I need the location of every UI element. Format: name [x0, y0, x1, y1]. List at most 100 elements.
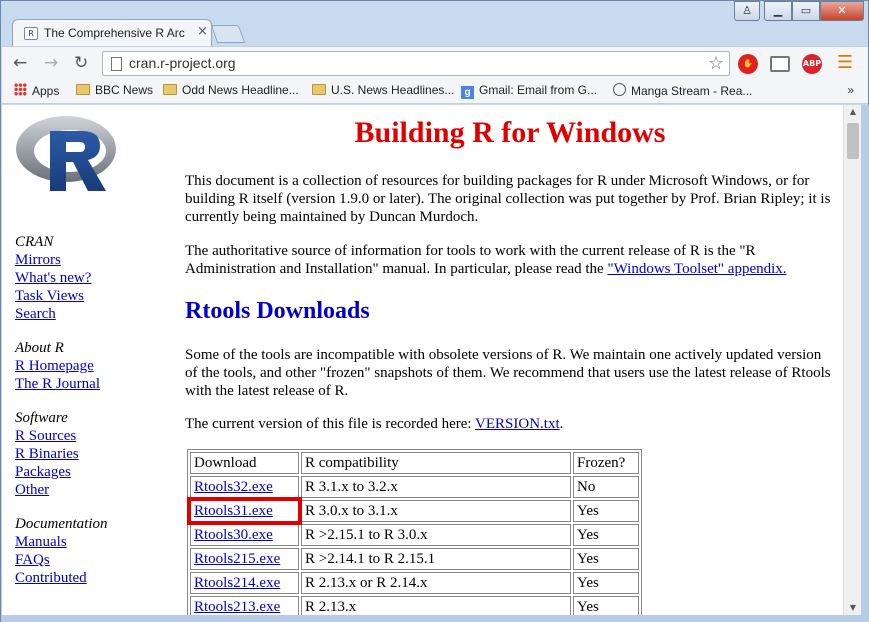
adblock-icon[interactable]: ABP [802, 54, 822, 74]
bookmark-label: Odd News Headline... [182, 83, 299, 97]
sidebar-link-manuals[interactable]: Manuals [15, 533, 165, 551]
bookmark-us-news[interactable]: U.S. News Headlines... [312, 83, 454, 97]
url-text[interactable]: cran.r-project.org [129, 55, 236, 71]
windows-toolset-link[interactable]: "Windows Toolset" appendix. [607, 261, 786, 277]
minimize-button[interactable]: ▁ [764, 1, 792, 21]
table-cell-frozen: Yes [573, 500, 639, 522]
apps-icon [14, 83, 27, 96]
r-logo [16, 116, 116, 191]
favicon-icon: R [24, 27, 38, 40]
sidebar-about: About R R Homepage The R Journal [15, 339, 165, 393]
bookmark-label: BBC News [95, 83, 154, 97]
rtools215-link[interactable]: Rtools215.exe [194, 551, 280, 567]
sidebar-link-r-sources[interactable]: R Sources [15, 427, 165, 445]
cast-icon[interactable] [770, 56, 790, 72]
sidebar-link-faqs[interactable]: FAQs [15, 551, 165, 569]
close-window-button[interactable]: ✕ [820, 1, 864, 21]
bookmark-manga-stream[interactable]: Manga Stream - Rea... [613, 83, 752, 98]
table-row: Rtools213.exe R 2.13.x Yes [190, 596, 639, 615]
sidebar-link-r-binaries[interactable]: R Binaries [15, 445, 165, 463]
window-border [861, 105, 869, 622]
sidebar-link-task-views[interactable]: Task Views [15, 287, 165, 305]
menu-icon[interactable]: ☰ [835, 54, 855, 74]
user-icon[interactable]: ♙ [734, 1, 760, 21]
rtools-heading: Rtools Downloads [185, 298, 370, 324]
version-suffix: . [559, 416, 564, 432]
table-row: Rtools31.exe R 3.0.x to 3.1.x Yes [187, 497, 639, 525]
table-cell-frozen: Yes [573, 596, 639, 615]
sidebar-link-mirrors[interactable]: Mirrors [15, 251, 165, 269]
scroll-up-arrow-icon[interactable]: ▲ [844, 105, 862, 119]
table-cell-compat: R >2.15.1 to R 3.0.x [301, 524, 571, 546]
table-cell-download: Rtools30.exe [190, 524, 299, 546]
folder-icon [76, 84, 90, 95]
reload-icon[interactable]: ↻ [74, 53, 88, 73]
forward-arrow-icon[interactable]: → [44, 53, 58, 73]
table-cell-download: Rtools215.exe [190, 548, 299, 570]
bookmark-star-icon[interactable]: ☆ [708, 53, 724, 74]
authoritative-paragraph: The authoritative source of information … [185, 242, 835, 278]
table-header-row: Download R compatibility Frozen? [190, 452, 639, 474]
rtools213-link[interactable]: Rtools213.exe [194, 599, 280, 615]
bookmarks-bar: Apps BBC News Odd News Headline... U.S. … [2, 79, 868, 104]
scroll-thumb[interactable] [847, 123, 859, 159]
folder-icon [312, 84, 326, 95]
version-txt-link[interactable]: VERSION.txt [475, 416, 560, 432]
sidebar-link-whats-new[interactable]: What's new? [15, 269, 165, 287]
vertical-scrollbar[interactable]: ▲ ▼ [843, 105, 861, 615]
sidebar: CRAN Mirrors What's new? Task Views Sear… [15, 233, 165, 603]
tab-close-button[interactable]: × [197, 24, 208, 39]
bookmark-gmail[interactable]: g Gmail: Email from G... [461, 83, 597, 99]
bookmark-label: Gmail: Email from G... [479, 83, 598, 97]
scroll-down-arrow-icon[interactable]: ▼ [844, 601, 862, 615]
stop-extension-icon[interactable]: ✋ [738, 54, 758, 74]
sidebar-link-contributed[interactable]: Contributed [15, 569, 165, 587]
address-bar[interactable]: cran.r-project.org ☆ [102, 51, 730, 76]
sidebar-link-other[interactable]: Other [15, 481, 165, 499]
intro-paragraph: This document is a collection of resourc… [185, 173, 831, 225]
table-header: R compatibility [301, 452, 571, 474]
rtools31-link[interactable]: Rtools31.exe [194, 503, 273, 519]
page-content: CRAN Mirrors What's new? Task Views Sear… [2, 105, 843, 615]
bookmark-bbc-news[interactable]: BBC News [76, 83, 153, 97]
rtools214-link[interactable]: Rtools214.exe [194, 575, 280, 591]
rtools-paragraph: Some of the tools are incompatible with … [185, 347, 831, 399]
window-controls: ♙ ▁ ▭ ✕ [734, 1, 864, 21]
browser-toolbar: ← → ↻ cran.r-project.org ☆ ✋ ABP ☰ [2, 46, 868, 79]
table-cell-compat: R 2.13.x or R 2.14.x [301, 572, 571, 594]
table-header: Frozen? [573, 452, 639, 474]
version-paragraph: The current version of this file is reco… [185, 415, 835, 433]
sidebar-link-search[interactable]: Search [15, 305, 165, 323]
table-header: Download [190, 452, 299, 474]
table-row: Rtools215.exe R >2.14.1 to R 2.15.1 Yes [190, 548, 639, 570]
page-title: Building R for Windows [354, 116, 666, 149]
maximize-button[interactable]: ▭ [792, 1, 820, 21]
more-bookmarks-button[interactable]: » [847, 83, 854, 97]
table-cell-frozen: Yes [573, 572, 639, 594]
new-tab-button[interactable] [210, 25, 246, 43]
bookmark-odd-news[interactable]: Odd News Headline... [163, 83, 299, 97]
folder-icon [163, 84, 177, 95]
table-cell-compat: R 3.1.x to 3.2.x [301, 476, 571, 498]
browser-window: R The Comprehensive R Arc × ♙ ▁ ▭ ✕ ← → … [0, 0, 869, 622]
bookmark-label: Apps [32, 84, 60, 98]
table-cell-frozen: No [573, 476, 639, 498]
sidebar-heading: About R [15, 340, 64, 356]
sidebar-link-r-journal[interactable]: The R Journal [15, 375, 165, 393]
table-cell-download: Rtools32.exe [190, 476, 299, 498]
tab-title: The Comprehensive R Arc [44, 26, 185, 40]
bookmark-label: Manga Stream - Rea... [631, 84, 753, 98]
table-cell-compat: R 2.13.x [301, 596, 571, 615]
browser-tab[interactable]: R The Comprehensive R Arc × [12, 19, 212, 46]
table-row: Rtools214.exe R 2.13.x or R 2.14.x Yes [190, 572, 639, 594]
bookmark-apps[interactable]: Apps [14, 83, 59, 98]
sidebar-link-packages[interactable]: Packages [15, 463, 165, 481]
rtools32-link[interactable]: Rtools32.exe [194, 479, 273, 495]
table-cell-compat: R >2.14.1 to R 2.15.1 [301, 548, 571, 570]
rtools30-link[interactable]: Rtools30.exe [194, 527, 273, 543]
google-icon: g [461, 86, 474, 99]
tab-strip: R The Comprehensive R Arc × ♙ ▁ ▭ ✕ [1, 1, 869, 46]
table-row: Rtools30.exe R >2.15.1 to R 3.0.x Yes [190, 524, 639, 546]
sidebar-link-r-homepage[interactable]: R Homepage [15, 357, 165, 375]
back-arrow-icon[interactable]: ← [13, 53, 27, 73]
